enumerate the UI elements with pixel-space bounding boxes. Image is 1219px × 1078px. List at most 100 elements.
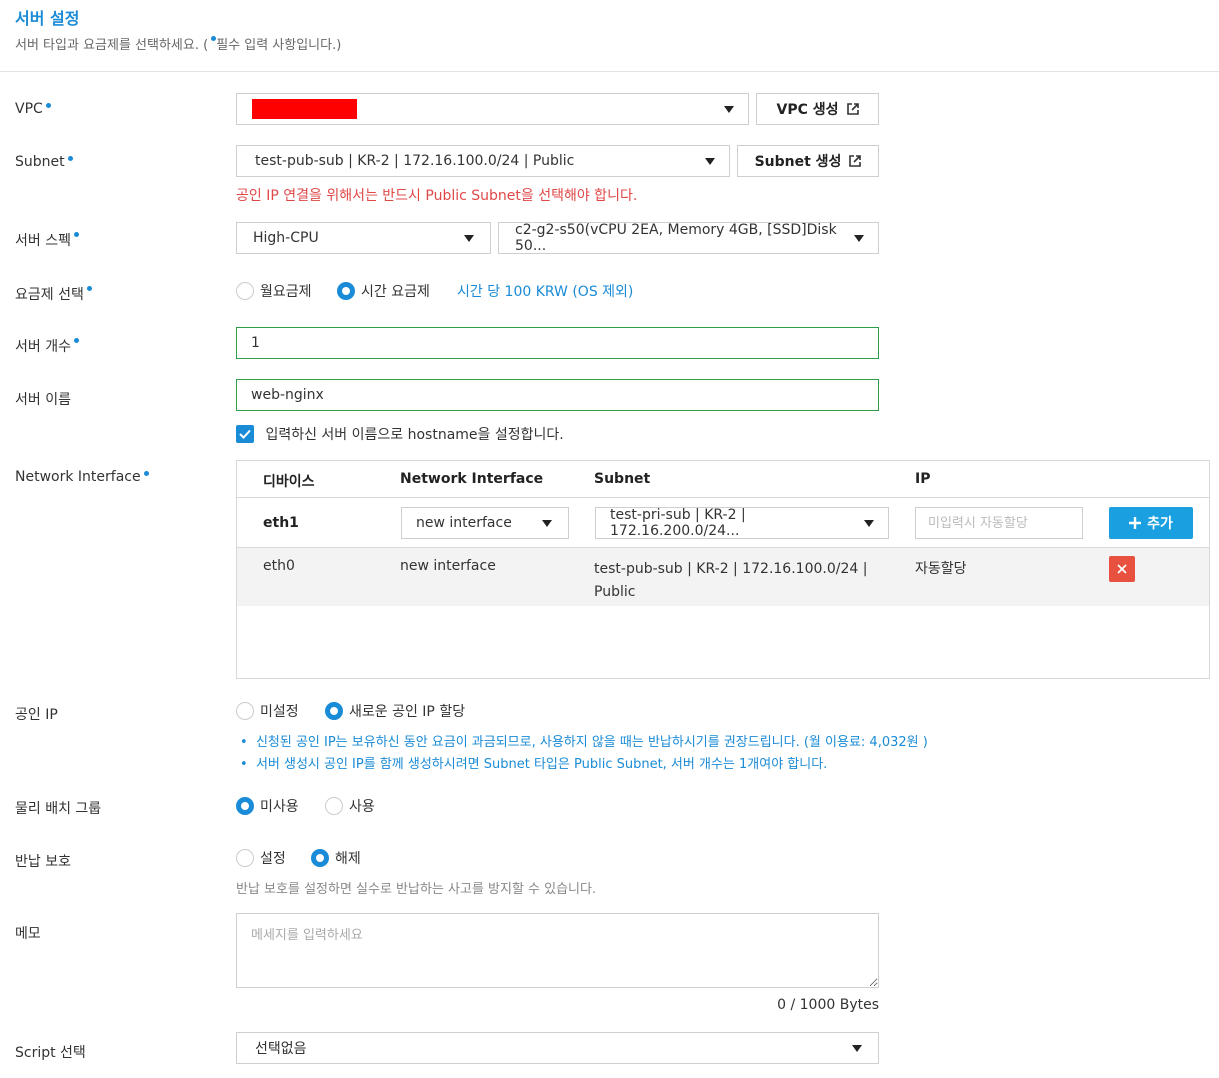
public-ip-none-radio[interactable]: [236, 702, 254, 720]
subtitle-suffix: 필수 입력 사항입니다.): [216, 38, 342, 53]
external-link-icon: [846, 103, 859, 115]
placement-unused-option[interactable]: 미사용: [236, 796, 299, 816]
required-dot-icon: [73, 338, 79, 343]
row-subnet-line1: test-pub-sub | KR-2 | 172.16.100.0/24 |: [594, 561, 868, 577]
server-name-label: 서버 이름: [15, 392, 71, 408]
public-ip-new-option[interactable]: 새로운 공인 IP 할당: [325, 701, 465, 721]
protection-on-label: 설정: [260, 851, 286, 867]
server-count-input[interactable]: 1: [236, 327, 879, 359]
subnet-label: Subnet: [15, 154, 73, 170]
chevron-down-icon: [542, 520, 552, 527]
new-row-subnet-select[interactable]: test-pri-sub | KR-2 | 172.16.200.0/24...: [595, 507, 889, 539]
hostname-checkbox[interactable]: [236, 425, 254, 443]
plus-icon: [1129, 517, 1142, 529]
row-device: eth0: [263, 558, 295, 574]
required-dot-icon: [143, 471, 149, 476]
col-header-interface: Network Interface: [400, 471, 544, 487]
public-ip-note-1-text: 신청된 공인 IP는 보유하신 동안 요금이 과금되므로, 사용하지 않을 때는…: [255, 735, 928, 750]
server-name-input[interactable]: web-nginx: [236, 379, 879, 411]
vpc-label-text: VPC: [15, 101, 43, 117]
row-interface: new interface: [400, 558, 496, 574]
table-header-divider: [237, 497, 1209, 498]
chevron-down-icon: [864, 520, 874, 527]
network-interface-table: 디바이스 Network Interface Subnet IP eth1 ne…: [236, 460, 1210, 679]
protection-on-option[interactable]: 설정: [236, 848, 286, 868]
placement-group-label: 물리 배치 그룹: [15, 801, 102, 817]
server-spec-select[interactable]: c2-g2-s50(vCPU 2EA, Memory 4GB, [SSD]Dis…: [498, 222, 879, 254]
public-ip-note-1: • 신청된 공인 IP는 보유하신 동안 요금이 과금되므로, 사용하지 않을 …: [240, 735, 928, 750]
close-icon: [1117, 564, 1127, 574]
billing-label: 요금제 선택: [15, 284, 92, 304]
placement-used-label: 사용: [349, 799, 375, 815]
public-ip-none-option[interactable]: 미설정: [236, 701, 299, 721]
billing-label-text: 요금제 선택: [15, 287, 84, 303]
return-protection-label: 반납 보호: [15, 854, 71, 870]
memo-textarea[interactable]: [236, 913, 879, 988]
subnet-create-button[interactable]: Subnet 생성: [737, 145, 879, 177]
script-value: 선택없음: [255, 1041, 307, 1057]
new-row-interface-value: new interface: [416, 515, 512, 531]
subnet-create-label: Subnet 생성: [754, 154, 842, 170]
monthly-radio[interactable]: [236, 282, 254, 300]
server-type-value: High-CPU: [253, 230, 319, 246]
required-dot-icon: [45, 103, 51, 108]
vpc-select[interactable]: [236, 93, 749, 125]
script-label: Script 선택: [15, 1045, 86, 1061]
public-ip-new-label: 새로운 공인 IP 할당: [349, 704, 466, 720]
billing-monthly-option[interactable]: 월요금제: [236, 281, 312, 301]
row-subnet: test-pub-sub | KR-2 | 172.16.100.0/24 | …: [594, 558, 867, 604]
col-header-subnet: Subnet: [594, 471, 651, 487]
vpc-create-label: VPC 생성: [776, 102, 839, 118]
table-row: eth0 new interface test-pub-sub | KR-2 |…: [237, 548, 1209, 606]
required-dot-icon: [73, 232, 79, 237]
subnet-value: test-pub-sub | KR-2 | 172.16.100.0/24 | …: [255, 153, 575, 169]
protection-off-label: 해제: [335, 851, 361, 867]
memo-label: 메모: [15, 926, 41, 942]
chevron-down-icon: [852, 1045, 862, 1052]
public-ip-note-2: • 서버 생성시 공인 IP를 함께 생성하시려면 Subnet 타입은 Pub…: [240, 757, 828, 772]
placement-used-radio[interactable]: [325, 797, 343, 815]
subnet-select[interactable]: test-pub-sub | KR-2 | 172.16.100.0/24 | …: [236, 145, 730, 177]
col-header-ip: IP: [915, 471, 931, 487]
hostname-checkbox-row[interactable]: 입력하신 서버 이름으로 hostname을 설정합니다.: [236, 424, 564, 444]
delete-interface-button[interactable]: [1109, 556, 1135, 582]
chevron-down-icon: [705, 158, 715, 165]
server-type-select[interactable]: High-CPU: [236, 222, 491, 254]
subnet-warning: 공인 IP 연결을 위해서는 반드시 Public Subnet을 선택해야 합…: [236, 188, 638, 204]
placement-unused-radio[interactable]: [236, 797, 254, 815]
server-spec-label: 서버 스펙: [15, 230, 79, 250]
network-interface-label-text: Network Interface: [15, 469, 141, 485]
protection-off-option[interactable]: 해제: [311, 848, 361, 868]
placement-unused-label: 미사용: [260, 799, 299, 815]
memo-byte-counter: 0 / 1000 Bytes: [777, 997, 879, 1013]
redacted-block: [252, 99, 357, 119]
public-ip-new-radio[interactable]: [325, 702, 343, 720]
new-row-interface-select[interactable]: new interface: [401, 507, 569, 539]
placement-used-option[interactable]: 사용: [325, 796, 375, 816]
add-interface-label: 추가: [1147, 516, 1173, 532]
hourly-label: 시간 요금제: [361, 284, 430, 300]
chevron-down-icon: [724, 106, 734, 113]
billing-hourly-option[interactable]: 시간 요금제: [337, 281, 430, 301]
new-row-ip-input[interactable]: [915, 507, 1083, 539]
vpc-create-button[interactable]: VPC 생성: [756, 93, 879, 125]
monthly-label: 월요금제: [260, 284, 312, 300]
col-header-device: 디바이스: [263, 474, 315, 490]
hostname-checkbox-label: 입력하신 서버 이름으로 hostname을 설정합니다.: [265, 427, 564, 443]
chevron-down-icon: [464, 235, 474, 242]
required-dot-icon: [86, 286, 92, 291]
subtitle-prefix: 서버 타입과 요금제를 선택하세요. (: [15, 38, 209, 53]
return-protection-help: 반납 보호를 설정하면 실수로 반납하는 사고를 방지할 수 있습니다.: [236, 882, 597, 897]
script-select[interactable]: 선택없음: [236, 1032, 879, 1064]
new-row-device: eth1: [263, 515, 299, 531]
row-ip: 자동할당: [915, 561, 967, 577]
protection-off-radio[interactable]: [311, 849, 329, 867]
hourly-radio[interactable]: [337, 282, 355, 300]
chevron-down-icon: [854, 235, 864, 242]
page-subtitle: 서버 타입과 요금제를 선택하세요. ( 필수 입력 사항입니다.): [15, 34, 341, 53]
protection-on-radio[interactable]: [236, 849, 254, 867]
server-count-label-text: 서버 개수: [15, 339, 71, 355]
add-interface-button[interactable]: 추가: [1109, 507, 1193, 539]
row-subnet-line2: Public: [594, 584, 636, 600]
required-dot-icon: [67, 156, 73, 161]
